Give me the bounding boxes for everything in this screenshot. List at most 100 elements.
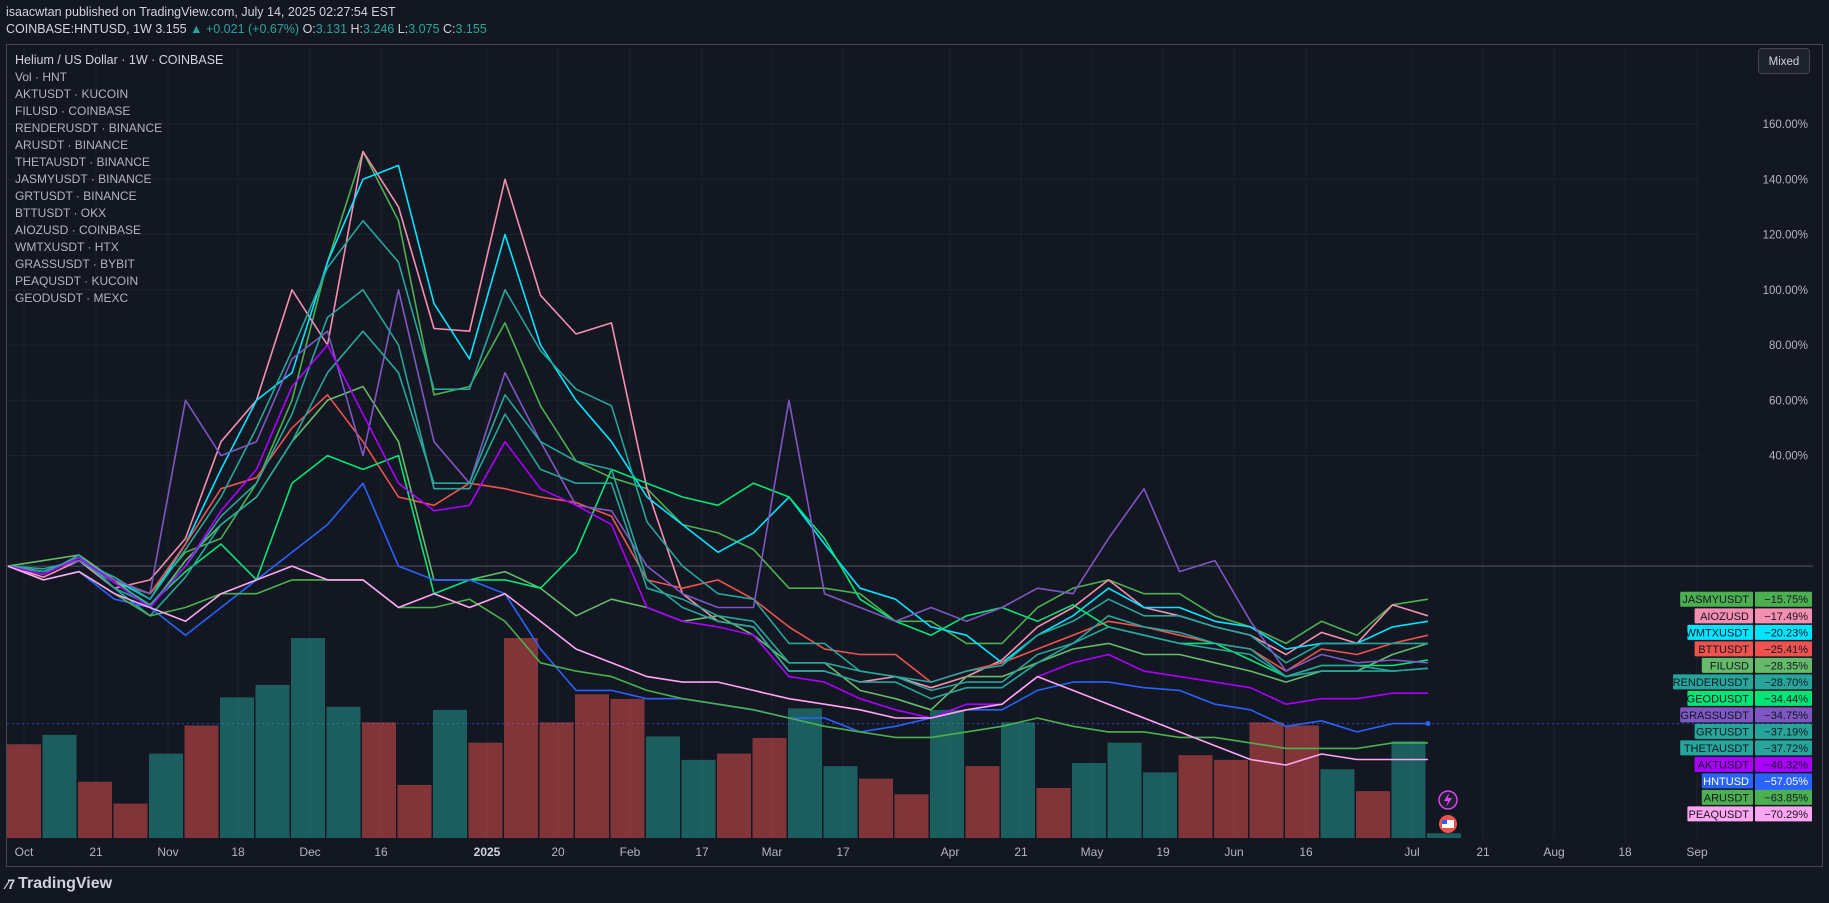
- series-line-grassusdt: [7, 288, 1429, 672]
- series-name-text: AKTUSDT: [1698, 759, 1750, 771]
- x-tick-label: 21: [89, 845, 103, 859]
- legend-item[interactable]: BTTUSDT · OKX: [15, 205, 223, 222]
- legend-item[interactable]: GRTUSDT · BINANCE: [15, 188, 223, 205]
- tradingview-logo-icon: ⁄7: [6, 876, 15, 892]
- volume-bar: [255, 684, 290, 838]
- volume-bar: [362, 722, 396, 838]
- volume-bar: [433, 709, 467, 838]
- series-name-text: GRASSUSDT: [1681, 710, 1750, 722]
- volume-bar: [752, 738, 787, 838]
- series-name-text: PEAQUSDT: [1688, 809, 1749, 821]
- volume-bar: [149, 753, 183, 838]
- y-tick-label: 40.00%: [1769, 451, 1808, 463]
- legend-item[interactable]: RENDERUSDT · BINANCE: [15, 120, 223, 137]
- volume-bar: [1391, 741, 1426, 838]
- x-tick-label: 17: [695, 845, 709, 859]
- legend-item[interactable]: WMTXUSDT · HTX: [15, 239, 223, 256]
- x-tick-label: Nov: [157, 845, 178, 859]
- x-tick-label: 21: [1476, 845, 1490, 859]
- series-value-text: −28.35%: [1764, 660, 1808, 672]
- volume-bar: [1143, 772, 1177, 838]
- series-value-text: −25.41%: [1764, 644, 1808, 656]
- volume-bar: [113, 803, 148, 838]
- volume-bar: [823, 766, 858, 838]
- x-tick-label: 2025: [474, 845, 501, 859]
- last-point-marker: [1425, 721, 1431, 727]
- series-value-text: −57.05%: [1764, 776, 1808, 788]
- x-tick-label: 17: [836, 845, 850, 859]
- series-name-text: JASMYUSDT: [1682, 594, 1749, 606]
- volume-bar: [1107, 742, 1142, 838]
- x-tick-label: 18: [231, 845, 245, 859]
- footer-branding: ⁄7 TradingView: [6, 875, 112, 893]
- legend-item[interactable]: AKTUSDT · KUCOIN: [15, 86, 223, 103]
- series-value-text: −34.44%: [1764, 693, 1808, 705]
- volume-bar: [788, 708, 822, 838]
- volume-bar: [291, 638, 325, 838]
- volume-bar: [965, 766, 1000, 838]
- x-tick-label: 21: [1014, 845, 1028, 859]
- volume-bar: [894, 794, 929, 838]
- volume-bar: [1036, 788, 1071, 838]
- volume-bar: [646, 736, 680, 838]
- legend-item[interactable]: GRASSUSDT · BYBIT: [15, 256, 223, 273]
- series-value-text: −70.29%: [1764, 809, 1808, 821]
- series-name-text: GEODUSDT: [1687, 693, 1750, 705]
- legend-item[interactable]: ARUSDT · BINANCE: [15, 137, 223, 154]
- x-tick-label: Dec: [299, 845, 320, 859]
- scale-mode-button[interactable]: Mixed: [1758, 48, 1810, 74]
- series-value-text: −34.75%: [1764, 710, 1808, 722]
- volume-bar: [1178, 755, 1213, 838]
- x-tick-label: Aug: [1543, 845, 1564, 859]
- x-tick-label: 16: [1299, 845, 1313, 859]
- volume-bar: [468, 742, 503, 838]
- chart-title: Helium / US Dollar · 1W · COINBASE: [15, 53, 224, 67]
- x-tick-label: Oct: [15, 845, 34, 859]
- x-tick-label: Sep: [1686, 845, 1708, 859]
- y-tick-label: 60.00%: [1769, 395, 1808, 407]
- series-name-text: AIOZUSD: [1700, 611, 1749, 623]
- chart-icons: [1438, 790, 1458, 833]
- x-tick-label: Apr: [941, 845, 960, 859]
- series-value-text: −28.70%: [1764, 677, 1808, 689]
- series-value-text: −15.75%: [1764, 594, 1808, 606]
- volume-bar: [184, 725, 219, 838]
- x-tick-label: 20: [551, 845, 565, 859]
- legend-item[interactable]: AIOZUSD · COINBASE: [15, 222, 223, 239]
- volume-bar: [1427, 833, 1461, 838]
- legend-item[interactable]: GEODUSDT · MEXC: [15, 290, 223, 307]
- legend-item[interactable]: PEAQUSDT · KUCOIN: [15, 273, 223, 290]
- volume-bar: [78, 781, 112, 838]
- volume-bar: [930, 709, 964, 838]
- volume-bar: [1249, 722, 1284, 838]
- y-tick-label: 140.00%: [1763, 174, 1808, 186]
- legend-item[interactable]: JASMYUSDT · BINANCE: [15, 171, 223, 188]
- y-tick-label: 120.00%: [1763, 230, 1808, 242]
- legend-item[interactable]: Vol · HNT: [15, 69, 223, 86]
- volume-bar: [1001, 722, 1035, 838]
- volume-bar: [610, 698, 645, 838]
- volume-bar: [220, 697, 254, 838]
- chart-legend: Helium / US Dollar · 1W · COINBASE Vol ·…: [15, 52, 223, 307]
- volume-bar: [1356, 791, 1390, 838]
- series-line-filusd: [7, 385, 1429, 711]
- legend-item[interactable]: FILUSD · COINBASE: [15, 103, 223, 120]
- series-name-text: HNTUSD: [1703, 776, 1749, 788]
- x-tick-label: 19: [1156, 845, 1170, 859]
- series-value-text: −37.19%: [1764, 726, 1808, 738]
- series-name-text: WMTXUSDT: [1685, 627, 1749, 639]
- series-name-text: ARUSDT: [1704, 792, 1750, 804]
- series-value-text: −46.32%: [1764, 759, 1808, 771]
- chart-canvas[interactable]: 160.00% 140.00% 120.00% 100.00% 80.00% 60.00%…: [0, 0, 1829, 903]
- volume-bar: [539, 722, 574, 838]
- x-tick-label: 18: [1618, 845, 1632, 859]
- x-tick-label: 16: [374, 845, 388, 859]
- legend-item[interactable]: THETAUSDT · BINANCE: [15, 154, 223, 171]
- volume-bar: [1214, 759, 1248, 838]
- volume-bar: [1320, 769, 1355, 838]
- x-tick-label: Jul: [1404, 845, 1419, 859]
- volume-bar: [504, 638, 538, 838]
- volume-bar: [717, 753, 751, 838]
- series-value-text: −63.85%: [1764, 792, 1808, 804]
- series-value-text: −17.49%: [1764, 611, 1808, 623]
